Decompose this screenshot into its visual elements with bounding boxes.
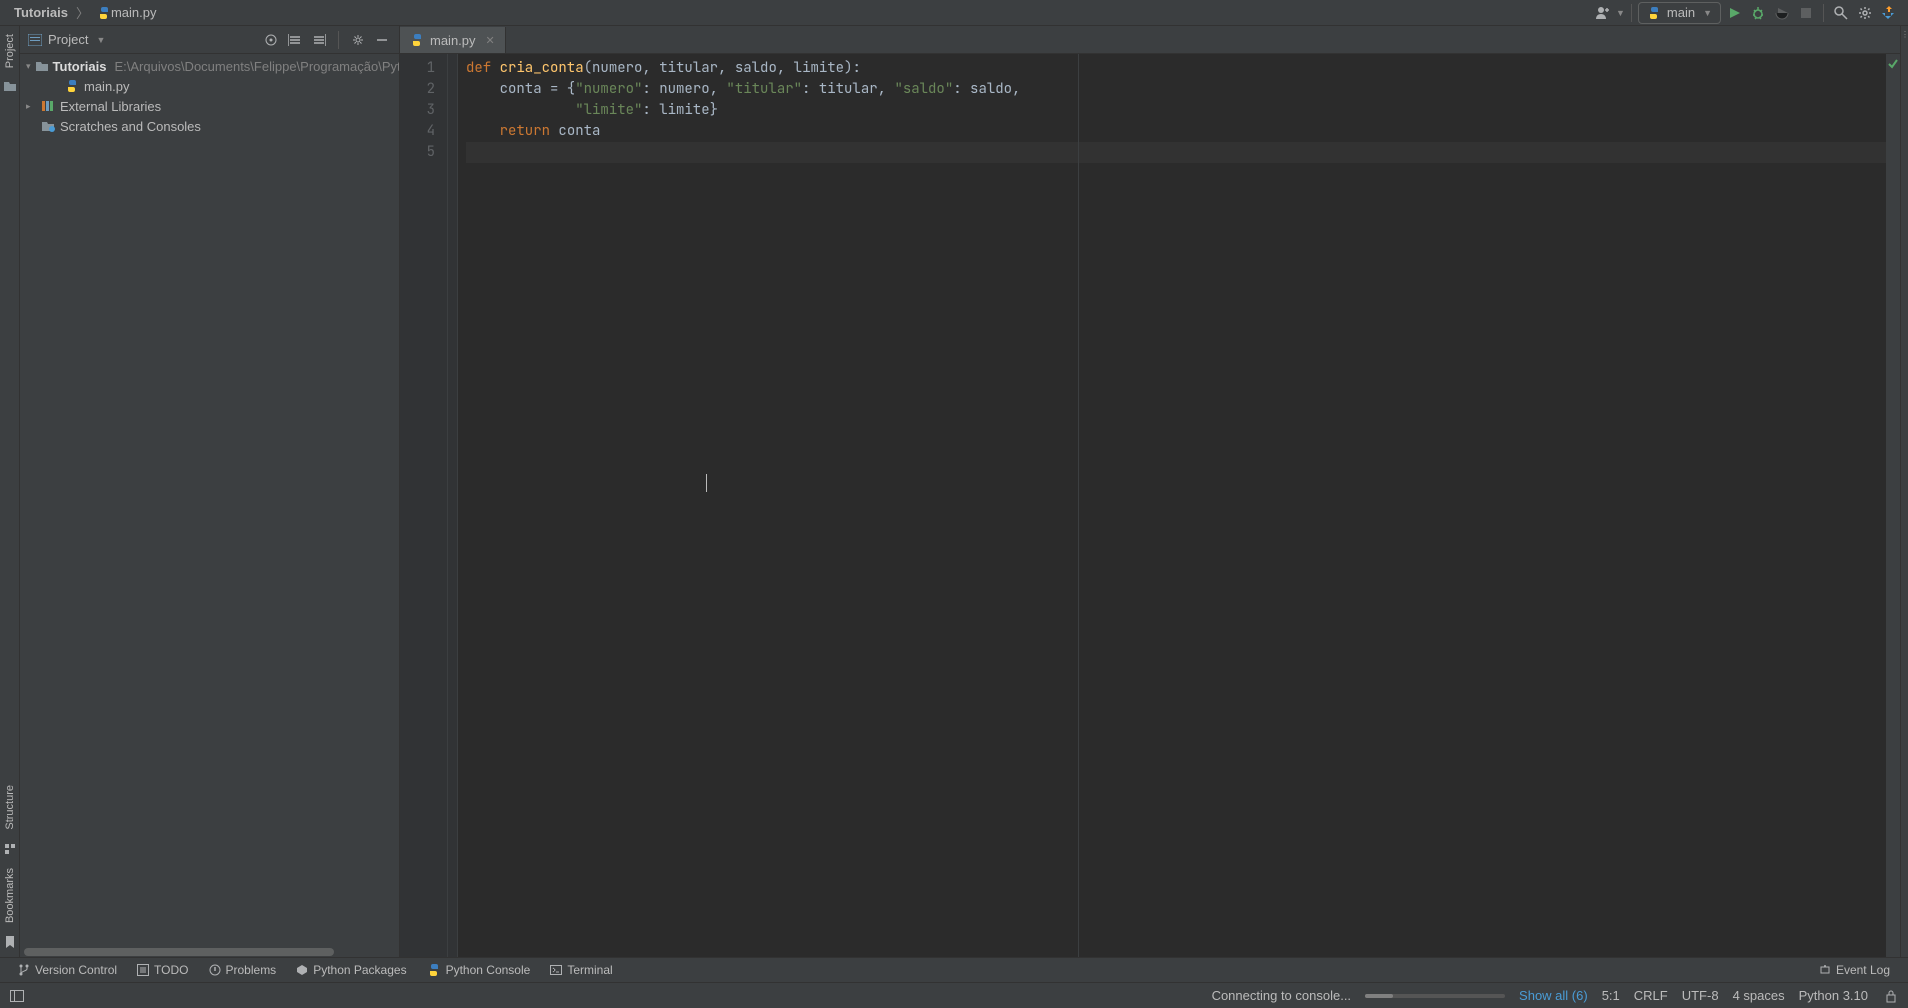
tree-root-label: Tutoriais — [53, 59, 107, 74]
editor-area: main.py ✕ 12345 def cria_conta(numero, t… — [400, 26, 1900, 957]
editor-scrollbar[interactable] — [1886, 54, 1900, 957]
terminal-tab[interactable]: Terminal — [540, 960, 622, 980]
left-tool-rail: Project Structure Bookmarks — [0, 26, 20, 957]
scratches-icon — [40, 120, 56, 132]
todo-label: TODO — [154, 963, 188, 977]
breadcrumb-file-label: main.py — [111, 5, 157, 20]
chevron-down-icon: ▾ — [26, 61, 31, 72]
right-margin-guide — [1078, 54, 1079, 957]
status-interpreter[interactable]: Python 3.10 — [1799, 988, 1868, 1003]
tree-external-libs-label: External Libraries — [60, 99, 161, 114]
folder-icon — [35, 60, 49, 72]
version-control-tab[interactable]: Version Control — [8, 960, 127, 980]
project-panel-header: Project ▼ — [20, 26, 399, 54]
select-opened-file-icon[interactable] — [262, 31, 280, 49]
python-icon — [1647, 6, 1661, 20]
tool-windows-icon[interactable] — [8, 987, 26, 1005]
python-packages-label: Python Packages — [313, 963, 406, 977]
chevron-down-icon: ▼ — [1616, 8, 1625, 18]
separator — [338, 31, 339, 49]
chevron-down-icon: ▼ — [1703, 8, 1712, 18]
version-control-label: Version Control — [35, 963, 117, 977]
python-file-icon — [64, 79, 80, 93]
structure-tool-tab[interactable]: Structure — [2, 777, 18, 838]
project-tool-tab[interactable]: Project — [2, 26, 18, 76]
editor-tab-label: main.py — [430, 33, 476, 48]
text-cursor — [706, 474, 707, 492]
breadcrumb-file[interactable]: main.py — [91, 3, 163, 22]
bookmarks-tool-tab[interactable]: Bookmarks — [2, 860, 18, 931]
separator — [1631, 4, 1632, 22]
tree-file-main[interactable]: main.py — [22, 76, 397, 96]
lock-icon[interactable] — [1882, 987, 1900, 1005]
tree-root[interactable]: ▾ Tutoriais E:\Arquivos\Documents\Felipp… — [22, 56, 397, 76]
navigation-bar: Tutoriais 〉 main.py ▼ main ▼ — [0, 0, 1908, 26]
status-line-separator[interactable]: CRLF — [1634, 988, 1668, 1003]
status-show-all[interactable]: Show all (6) — [1519, 988, 1588, 1003]
problems-label: Problems — [226, 963, 277, 977]
python-file-icon — [410, 33, 424, 47]
fold-gutter[interactable] — [448, 54, 458, 957]
project-panel: Project ▼ — [20, 26, 400, 957]
project-view-icon — [28, 34, 42, 46]
tree-file-label: main.py — [84, 79, 130, 94]
python-console-label: Python Console — [446, 963, 531, 977]
stop-button[interactable] — [1795, 2, 1817, 24]
python-file-icon — [97, 6, 111, 20]
tree-scratches-label: Scratches and Consoles — [60, 119, 201, 134]
editor[interactable]: 12345 def cria_conta(numero, titular, sa… — [400, 54, 1900, 957]
status-indent[interactable]: 4 spaces — [1733, 988, 1785, 1003]
vertical-dots-icon[interactable]: ⋮ — [1901, 30, 1908, 39]
project-panel-title[interactable]: Project — [48, 32, 88, 47]
add-user-icon[interactable] — [1592, 2, 1614, 24]
collapse-all-icon[interactable] — [310, 31, 328, 49]
line-number-gutter: 12345 — [400, 54, 448, 957]
python-packages-tab[interactable]: Python Packages — [286, 960, 416, 980]
settings-button[interactable] — [1854, 2, 1876, 24]
tree-external-libs[interactable]: ▸ External Libraries — [22, 96, 397, 116]
problems-tab[interactable]: Problems — [199, 960, 287, 980]
folder-icon — [3, 80, 17, 92]
breadcrumb: Tutoriais 〉 main.py — [8, 3, 162, 22]
close-icon[interactable]: ✕ — [486, 34, 495, 47]
project-tree-scrollbar[interactable] — [20, 947, 399, 957]
editor-tab-main[interactable]: main.py ✕ — [400, 27, 506, 53]
progress-bar — [1365, 994, 1505, 998]
tree-root-path: E:\Arquivos\Documents\Felippe\Programaçã… — [114, 59, 399, 74]
run-button[interactable] — [1723, 2, 1745, 24]
library-icon — [40, 100, 56, 112]
run-with-coverage-button[interactable] — [1771, 2, 1793, 24]
run-configuration-selector[interactable]: main ▼ — [1638, 2, 1721, 24]
chevron-right-icon: 〉 — [76, 3, 89, 22]
expand-all-icon[interactable] — [286, 31, 304, 49]
chevron-right-icon: ▸ — [26, 101, 36, 112]
event-log-tab[interactable]: Event Log — [1809, 960, 1900, 980]
ide-sync-icon[interactable] — [1878, 2, 1900, 24]
hide-panel-icon[interactable] — [373, 31, 391, 49]
status-connecting: Connecting to console... — [1212, 988, 1351, 1003]
status-caret-position[interactable]: 5:1 — [1602, 988, 1620, 1003]
project-tree[interactable]: ▾ Tutoriais E:\Arquivos\Documents\Felipp… — [20, 54, 399, 947]
inspection-ok-icon[interactable] — [1887, 58, 1899, 70]
breadcrumb-project[interactable]: Tutoriais — [8, 3, 74, 22]
python-console-tab[interactable]: Python Console — [417, 960, 541, 980]
search-everywhere-button[interactable] — [1830, 2, 1852, 24]
run-config-label: main — [1667, 5, 1695, 20]
panel-settings-icon[interactable] — [349, 31, 367, 49]
structure-icon — [3, 842, 17, 856]
code-area[interactable]: def cria_conta(numero, titular, saldo, l… — [458, 54, 1886, 957]
right-rail: ⋮ — [1900, 26, 1908, 957]
tree-scratches[interactable]: Scratches and Consoles — [22, 116, 397, 136]
event-log-label: Event Log — [1836, 963, 1890, 977]
editor-tabs: main.py ✕ — [400, 26, 1900, 54]
debug-button[interactable] — [1747, 2, 1769, 24]
status-encoding[interactable]: UTF-8 — [1682, 988, 1719, 1003]
separator — [1823, 4, 1824, 22]
bookmark-icon — [4, 935, 16, 949]
todo-tab[interactable]: TODO — [127, 960, 198, 980]
status-bar: Connecting to console... Show all (6) 5:… — [0, 982, 1908, 1008]
bottom-tool-bar: Version Control TODO Problems Python Pac… — [0, 957, 1908, 982]
terminal-label: Terminal — [567, 963, 612, 977]
chevron-down-icon: ▼ — [96, 35, 105, 45]
